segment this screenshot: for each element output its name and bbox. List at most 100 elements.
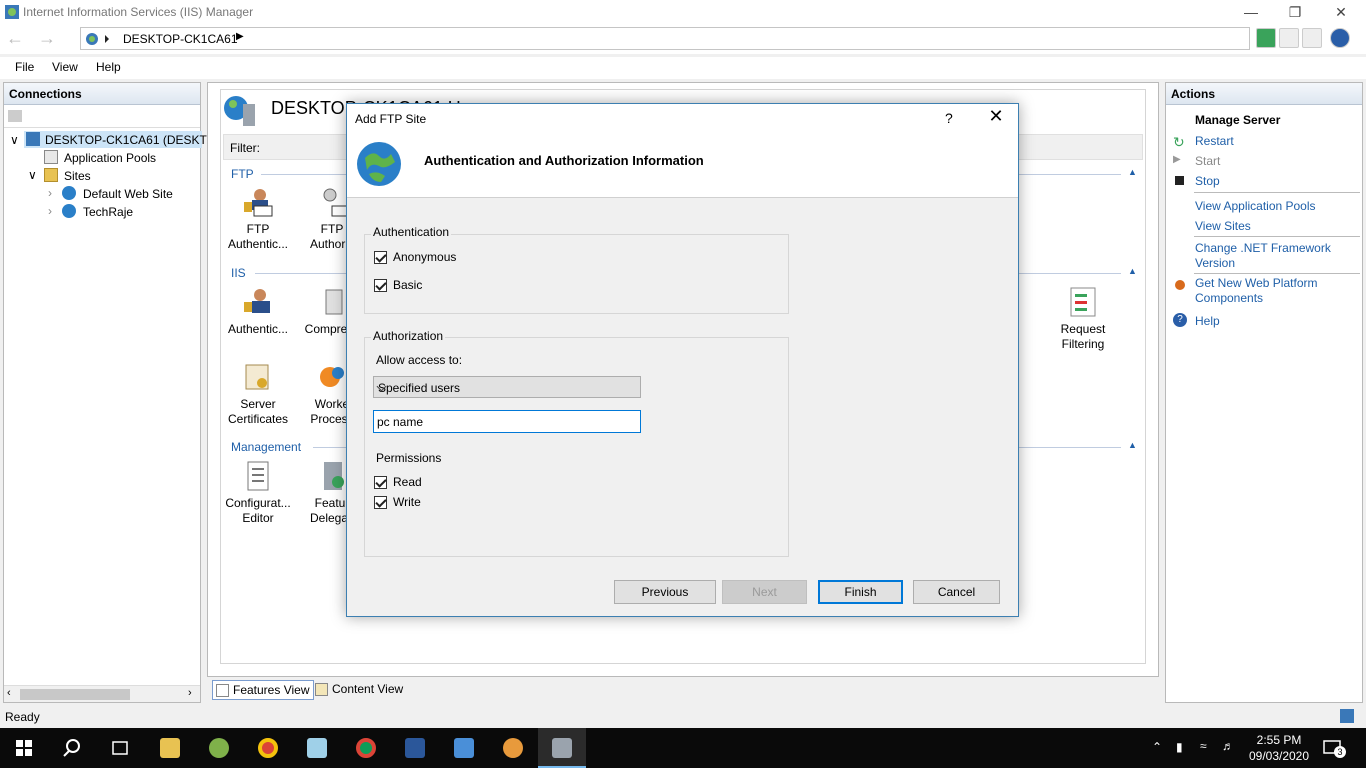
users-input[interactable] — [373, 410, 641, 433]
iis-manager-taskbar-icon[interactable] — [538, 728, 586, 768]
word-icon[interactable] — [391, 728, 439, 768]
battery-icon[interactable]: ▮ — [1176, 740, 1183, 754]
back-arrow-icon[interactable]: ← — [4, 28, 26, 50]
previous-button[interactable]: Previous — [614, 580, 716, 604]
address-row: ← → DESKTOP-CK1CA61 ▶ — [0, 24, 1366, 54]
tree-expand-site2-icon[interactable]: › — [48, 204, 52, 218]
dialog-heading: Authentication and Authorization Informa… — [424, 153, 704, 168]
clock[interactable]: 2:55 PM 09/03/2020 — [1244, 732, 1314, 764]
stop-icon[interactable] — [1279, 28, 1299, 48]
horizontal-scrollbar[interactable]: ‹ › — [4, 685, 200, 702]
tree-item-label: Default Web Site — [83, 187, 173, 201]
tab-features-view[interactable]: Features View — [212, 680, 315, 700]
cancel-button[interactable]: Cancel — [913, 580, 1000, 604]
start-link[interactable]: Start — [1195, 154, 1360, 169]
feature-label: Configurat... — [225, 496, 291, 510]
checkbox-label: Anonymous — [393, 250, 457, 264]
view-app-pools-link[interactable]: View Application Pools — [1195, 199, 1360, 214]
chrome-profile-icon[interactable] — [342, 728, 390, 768]
select-value: Specified users — [378, 381, 461, 395]
server-icon — [26, 132, 40, 146]
feature-server-certificates[interactable]: Server Certificates — [223, 361, 293, 427]
forward-arrow-icon[interactable]: → — [36, 28, 58, 50]
menu-help[interactable]: Help — [96, 60, 121, 74]
request-filtering-icon — [1067, 286, 1099, 318]
dialog-help-icon[interactable]: ? — [945, 110, 953, 126]
globe-icon — [355, 140, 403, 188]
breadcrumb-chevron-icon[interactable]: ▶ — [236, 31, 244, 42]
home-icon[interactable] — [1302, 28, 1322, 48]
wifi-icon[interactable]: ≈ — [1200, 739, 1207, 753]
allow-access-label: Allow access to: — [376, 353, 463, 367]
tree-expand-sites-icon[interactable]: ∨ — [28, 168, 37, 182]
help-icon[interactable] — [1330, 28, 1350, 48]
menu-bar: File View Help — [0, 57, 1366, 79]
connections-panel: Connections ∨ DESKTOP-CK1CA61 (DESKTOP A… — [3, 82, 224, 703]
group-management[interactable]: Management — [231, 440, 301, 454]
refresh-icon[interactable] — [1256, 28, 1276, 48]
task-view-icon[interactable] — [96, 728, 144, 768]
help-link[interactable]: Help — [1195, 314, 1360, 329]
minimize-button[interactable]: — — [1228, 0, 1274, 24]
feature-authentication[interactable]: Authentic... — [223, 286, 293, 337]
server-icon — [85, 31, 111, 50]
compression-icon — [316, 286, 348, 318]
authentication-group — [364, 234, 789, 314]
taskbar: ⌃ ▮ ≈ ♬ 2:55 PM 09/03/2020 3 — [0, 728, 1366, 768]
connections-header: Connections — [4, 83, 200, 105]
tree-expand-site1-icon[interactable]: › — [48, 186, 52, 200]
search-icon[interactable] — [48, 728, 96, 768]
start-button[interactable] — [0, 728, 48, 768]
connections-title: Connections — [9, 87, 82, 101]
android-studio-icon[interactable] — [195, 728, 243, 768]
feature-request-filtering[interactable]: Request Filtering — [1048, 286, 1118, 352]
file-explorer-icon[interactable] — [146, 728, 194, 768]
status-text: Ready — [5, 710, 40, 724]
get-web-platform-link[interactable]: Get New Web Platform Components — [1195, 276, 1360, 306]
breadcrumb[interactable]: DESKTOP-CK1CA61 — [123, 32, 238, 46]
volume-icon[interactable]: ♬ — [1222, 739, 1234, 753]
group-ftp[interactable]: FTP — [231, 167, 254, 181]
collapse-iis-icon[interactable]: ▲ — [1128, 266, 1138, 276]
actions-divider — [1194, 236, 1360, 237]
change-net-framework-link[interactable]: Change .NET Framework Version — [1195, 241, 1360, 271]
restart-icon: ↻ — [1173, 134, 1185, 150]
authorization-legend: Authorization — [371, 329, 446, 343]
dialog-close-icon[interactable]: ✕ — [983, 106, 1009, 130]
finish-button[interactable]: Finish — [818, 580, 903, 604]
menu-view[interactable]: View — [52, 60, 78, 74]
iis-app-icon — [4, 4, 20, 20]
connect-icon[interactable] — [8, 110, 22, 122]
chrome-icon[interactable] — [244, 728, 292, 768]
scrollbar-thumb[interactable] — [20, 689, 130, 700]
actions-panel: Actions Manage Server ↻ Restart ▶ Start … — [1165, 82, 1363, 703]
stop-link[interactable]: Stop — [1195, 174, 1360, 189]
tray-chevron-up-icon[interactable]: ⌃ — [1152, 740, 1162, 754]
paint-icon[interactable] — [489, 728, 537, 768]
feature-label: FTP — [246, 222, 270, 236]
tree-expand-server-icon[interactable]: ∨ — [10, 133, 19, 147]
notifications-icon[interactable]: 3 — [1322, 738, 1346, 758]
view-sites-link[interactable]: View Sites — [1195, 219, 1360, 234]
group-iis[interactable]: IIS — [231, 266, 246, 280]
tab-content-view[interactable]: Content View — [312, 680, 407, 700]
control-panel-icon[interactable] — [440, 728, 488, 768]
feature-ftp-authentication[interactable]: FTP Authentic... — [223, 186, 293, 252]
feature-label: Server — [240, 397, 276, 411]
restore-button[interactable]: ❐ — [1272, 0, 1318, 24]
feature-label: Authentic... — [227, 322, 289, 336]
restart-link[interactable]: Restart — [1195, 134, 1360, 149]
collapse-ftp-icon[interactable]: ▲ — [1128, 167, 1138, 177]
feature-configuration-editor[interactable]: Configurat... Editor — [223, 460, 293, 526]
close-window-button[interactable]: ✕ — [1318, 0, 1364, 24]
scroll-right-icon[interactable]: › — [188, 687, 192, 699]
next-button[interactable]: Next — [722, 580, 807, 604]
scroll-left-icon[interactable]: ‹ — [7, 687, 11, 699]
tree-item-server[interactable]: DESKTOP-CK1CA61 (DESKTOP — [24, 131, 224, 148]
menu-file[interactable]: File — [15, 60, 34, 74]
status-bar: Ready — [0, 706, 1366, 728]
address-bar[interactable]: DESKTOP-CK1CA61 ▶ — [80, 27, 1250, 50]
allow-access-select[interactable]: Specified users — [373, 376, 641, 398]
collapse-management-icon[interactable]: ▲ — [1128, 440, 1138, 450]
notepad-icon[interactable] — [293, 728, 341, 768]
